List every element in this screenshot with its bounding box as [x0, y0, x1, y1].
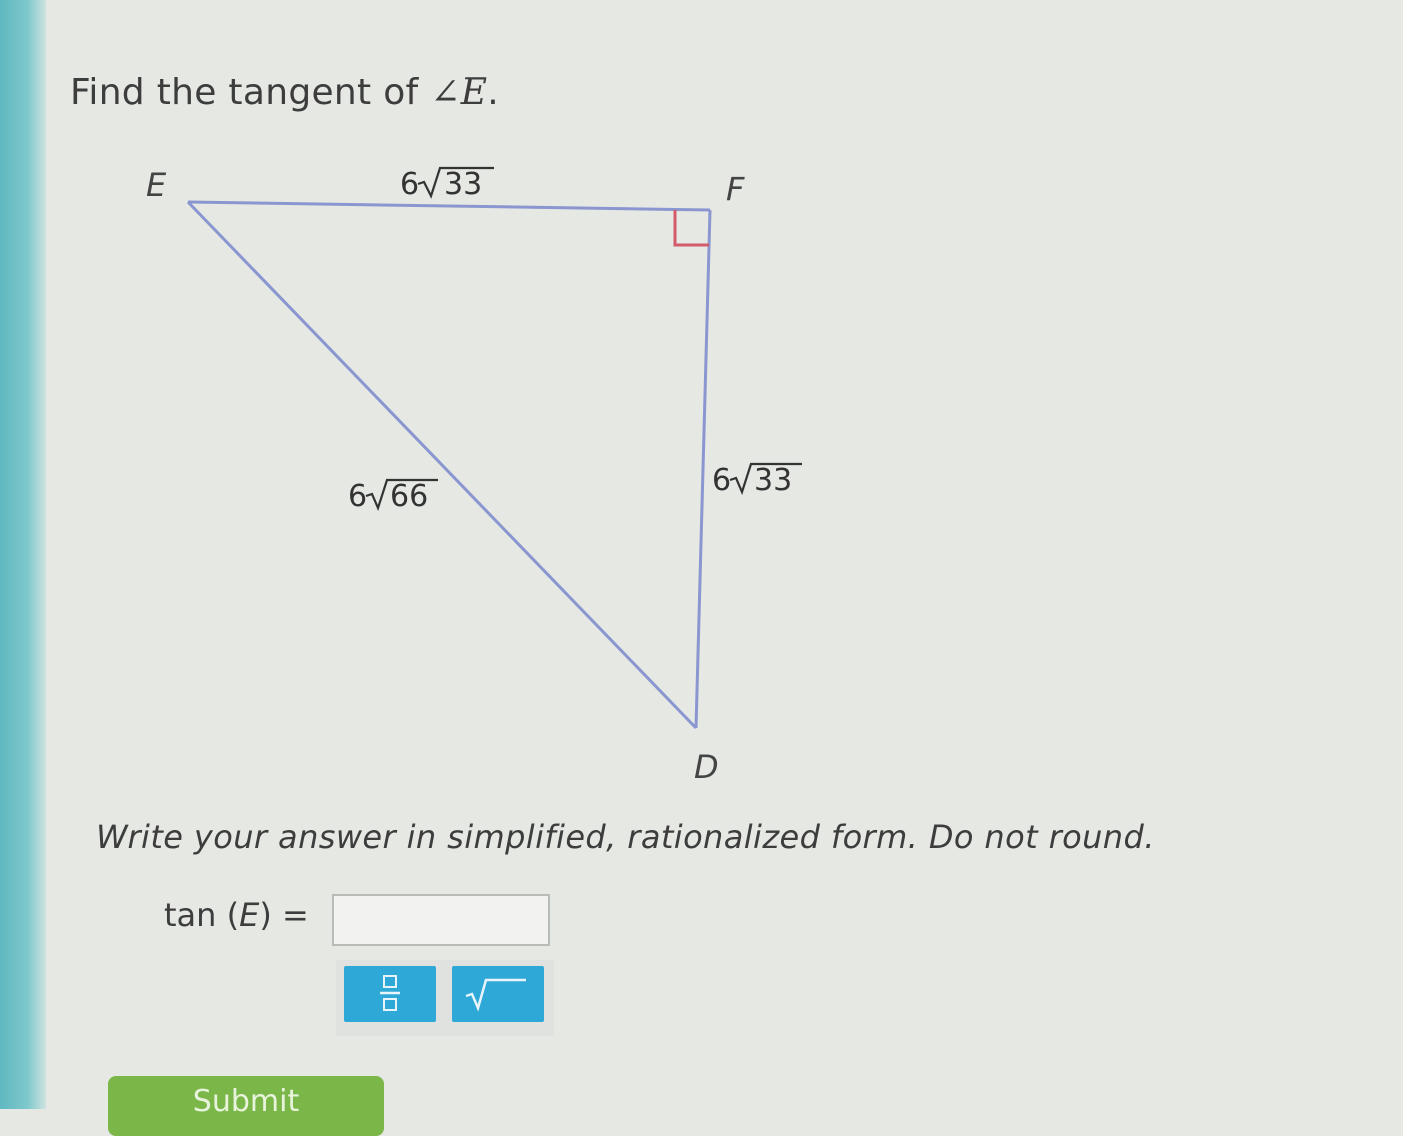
submit-button[interactable]: Submit [108, 1076, 384, 1136]
close-paren: ) [259, 896, 272, 934]
fraction-icon [380, 975, 400, 1011]
equals-sign: = [281, 896, 309, 934]
side-ed-radicand: 66 [390, 479, 428, 514]
side-ef-coefficient: 6 [400, 167, 419, 202]
tan-function: tan [164, 896, 217, 934]
side-fd-radicand: 33 [754, 463, 792, 498]
side-ed [186, 200, 698, 730]
angle-variable: E [239, 896, 260, 934]
vertex-f-label: F [726, 170, 745, 208]
sqrt-button[interactable] [452, 966, 544, 1022]
side-fd-coefficient: 6 [712, 463, 731, 498]
side-ef [187, 200, 711, 212]
open-paren: ( [226, 896, 240, 934]
side-ef-radicand: 33 [444, 167, 482, 202]
sqrt-icon [465, 978, 526, 1012]
right-angle-marker [673, 210, 709, 247]
answer-input[interactable] [332, 894, 550, 946]
math-toolbar [336, 960, 554, 1036]
side-fd-label: 6 33 [712, 462, 802, 498]
side-ef-label: 6 33 [400, 166, 494, 202]
answer-equation-label: tan (E) = [164, 896, 309, 934]
side-fd [694, 209, 712, 729]
vertex-d-label: D [694, 748, 719, 786]
side-ed-label: 6 66 [348, 478, 438, 514]
side-ed-coefficient: 6 [348, 479, 367, 514]
instructions-text: Write your answer in simplified, rationa… [96, 818, 1155, 856]
vertex-e-label: E [146, 166, 167, 204]
triangle-figure: E F D 6 33 6 33 6 66 [146, 166, 802, 786]
fraction-button[interactable] [344, 966, 436, 1022]
